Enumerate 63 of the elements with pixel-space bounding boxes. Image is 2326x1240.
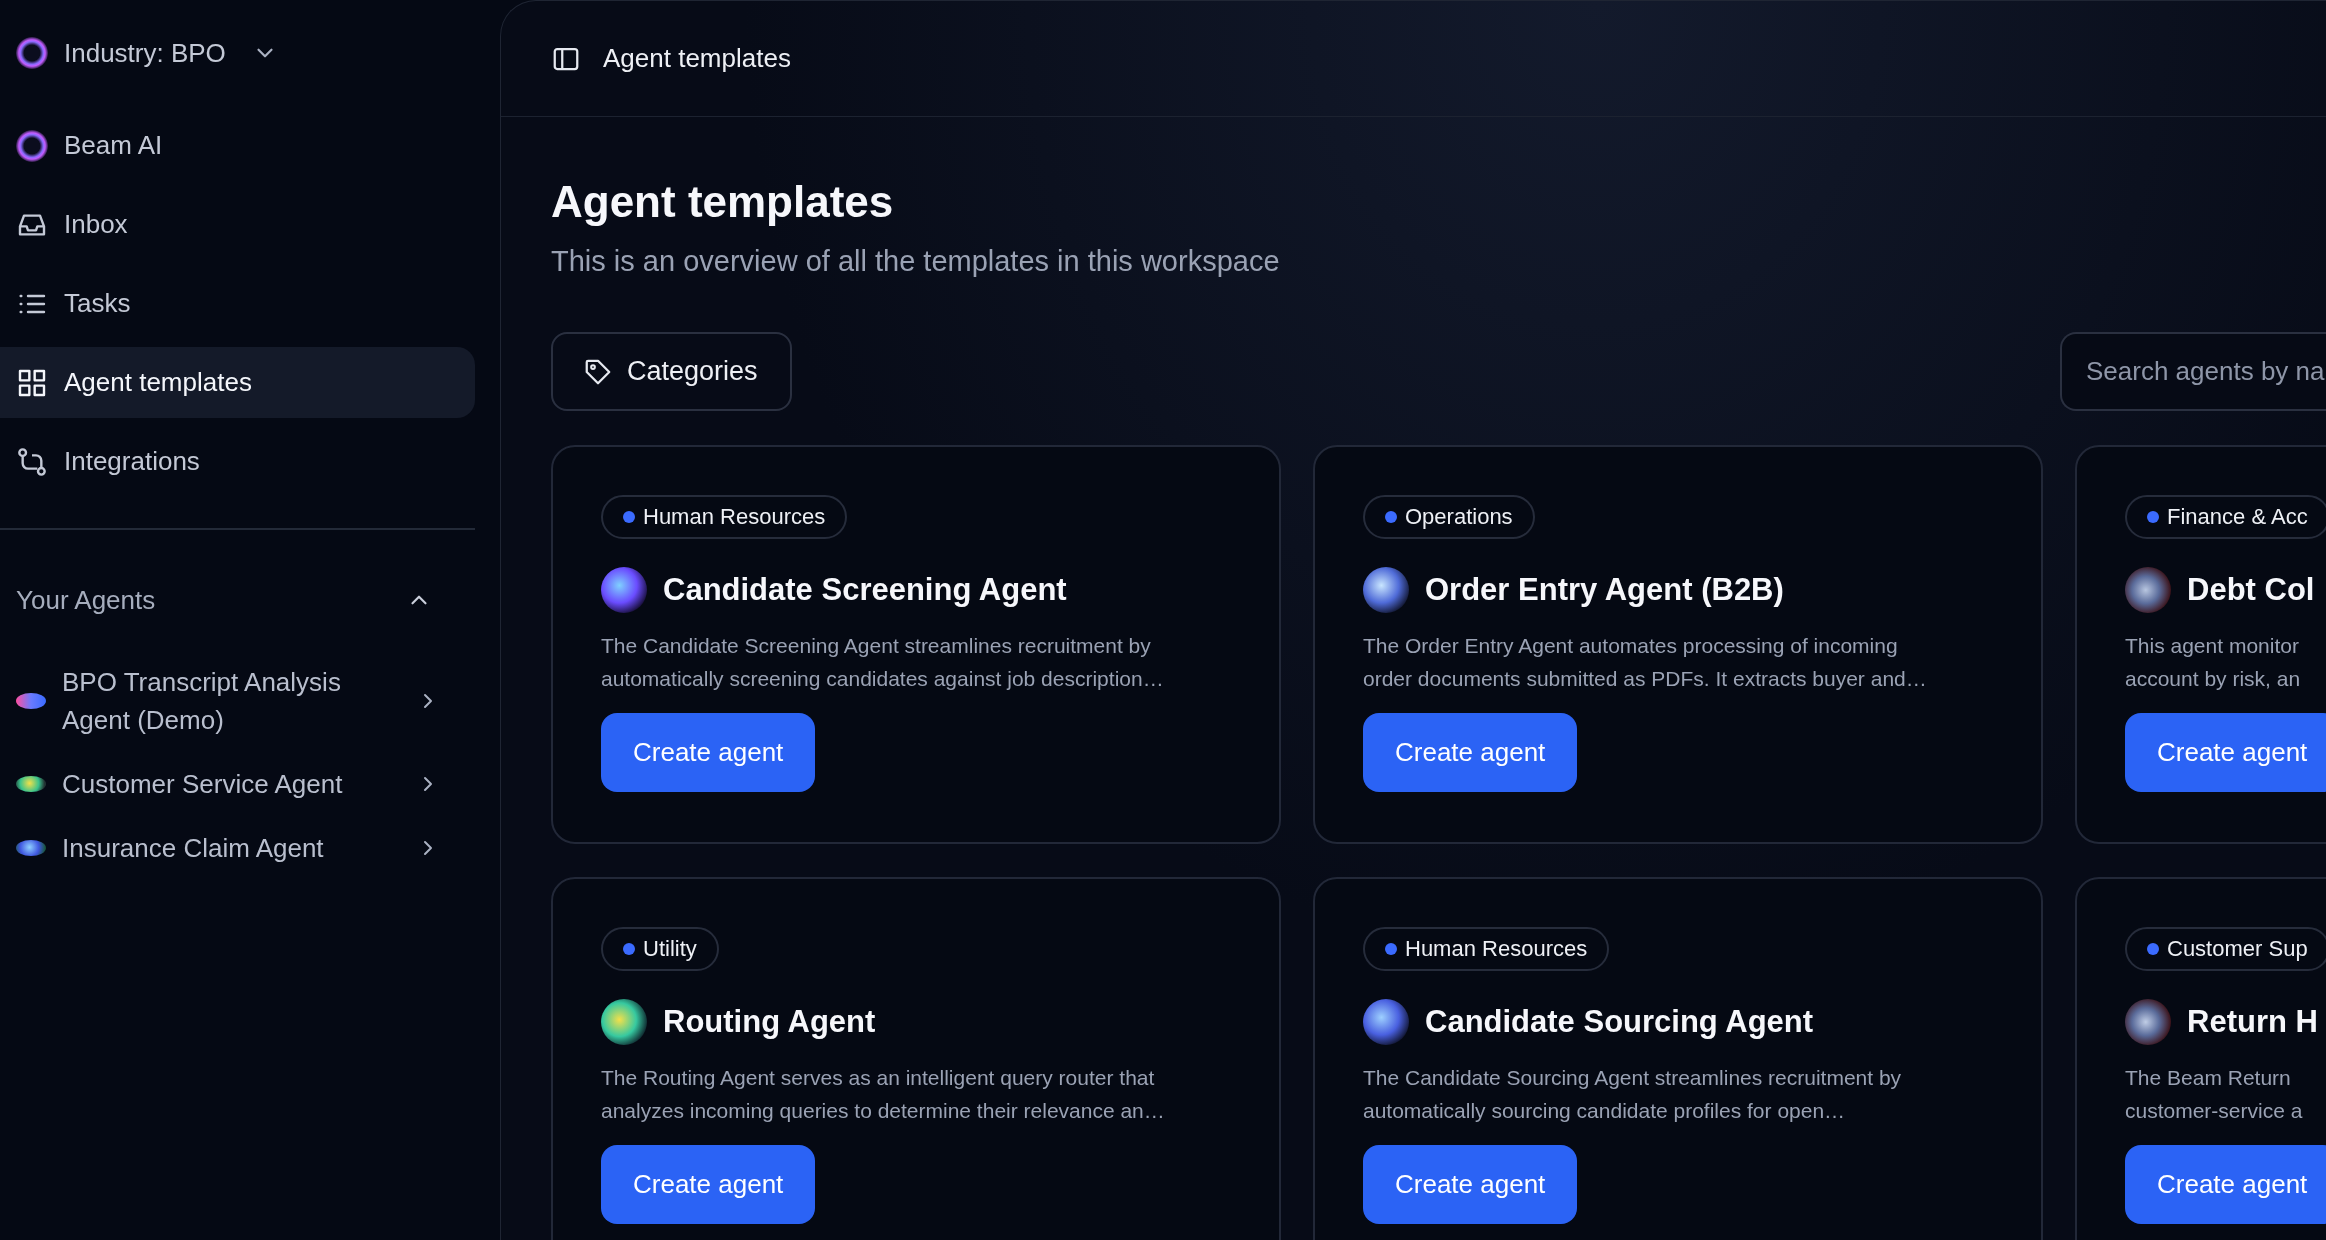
orb-icon [16,129,48,162]
sidebar-item[interactable]: Beam AI [0,110,475,181]
orb-icon [2125,999,2171,1045]
card-title: Debt Col [2187,572,2315,608]
orb-icon [601,567,647,613]
dot-icon [2147,511,2159,523]
orb-icon [1363,999,1409,1045]
agent-list-item[interactable]: Insurance Claim Agent [0,821,500,875]
card-description: customer-service a [2125,1098,2303,1124]
category-label: Operations [1405,504,1513,530]
card-description: automatically screening candidates against job description… [601,666,1164,692]
card-description: The Candidate Screening Agent streamlines recruitment by [601,633,1152,659]
orb-icon [16,37,48,69]
dot-icon [1385,511,1397,523]
integrations-icon [16,445,48,478]
category-label: Customer Sup [2167,936,2308,962]
card-description: The Routing Agent serves as an intelligent query router that [601,1065,1156,1091]
workspace-switcher[interactable]: Industry: BPO [0,0,500,106]
orb-icon [2125,567,2171,613]
create-agent-button[interactable]: Create agent [2125,1145,2326,1224]
orb-icon [16,840,46,856]
card-title: Order Entry Agent (B2B) [1425,572,1784,608]
category-label: Finance & Acc [2167,504,2308,530]
categories-button[interactable]: Categories [551,332,792,411]
card-description: order documents submitted as PDFs. It extracts buyer and… [1363,666,1927,692]
page-subtitle: This is an overview of all the templates in this workspace [551,245,1281,278]
dot-icon [1385,943,1397,955]
agent-list-item[interactable]: BPO Transcript Analysis Agent (Demo) [0,655,500,747]
create-agent-button[interactable]: Create agent [601,713,816,792]
sidebar-item[interactable]: Inbox [0,189,475,260]
orb-icon [16,776,46,792]
card-description: The Order Entry Agent automates processing of incoming [1363,633,1899,659]
category-label: Human Resources [643,504,826,530]
orb-icon [601,999,647,1045]
your-agents-toggle[interactable]: Your Agents [0,565,500,635]
card-description: This agent monitor [2125,633,2300,659]
sidebar-item[interactable]: Tasks [0,268,475,339]
search-field[interactable]: Search agents by na [2060,332,2326,411]
category-label: Human Resources [1405,936,1588,962]
sidebar-item[interactable]: Integrations [0,426,475,497]
card-description: The Beam Return [2125,1065,2292,1091]
create-agent-button[interactable]: Create agent [2125,713,2326,792]
create-agent-button[interactable]: Create agent [601,1145,816,1224]
sidebar-item[interactable]: Agent templates [0,347,475,418]
orb-icon [1363,567,1409,613]
card-description: account by risk, an [2125,666,2301,692]
dot-icon [623,511,635,523]
category-label: Utility [643,936,697,962]
orb-icon [16,693,46,709]
dot-icon [2147,943,2159,955]
card-title: Candidate Screening Agent [663,572,1067,608]
card-title: Routing Agent [663,1004,876,1040]
agent-list-item[interactable]: Customer Service Agent [0,757,500,811]
page-title: Agent templates [551,177,895,227]
card-description: The Candidate Sourcing Agent streamlines recruitment by [1363,1065,1902,1091]
card-title: Return H [2187,1004,2318,1040]
create-agent-button[interactable]: Create agent [1363,1145,1578,1224]
create-agent-button[interactable]: Create agent [1363,713,1578,792]
card-description: automatically sourcing candidate profiles for open… [1363,1098,1847,1124]
card-title: Candidate Sourcing Agent [1425,1004,1814,1040]
dot-icon [623,943,635,955]
page-breadcrumb: Agent templates [603,43,791,74]
card-description: analyzes incoming queries to determine their relevance an… [601,1098,1165,1124]
